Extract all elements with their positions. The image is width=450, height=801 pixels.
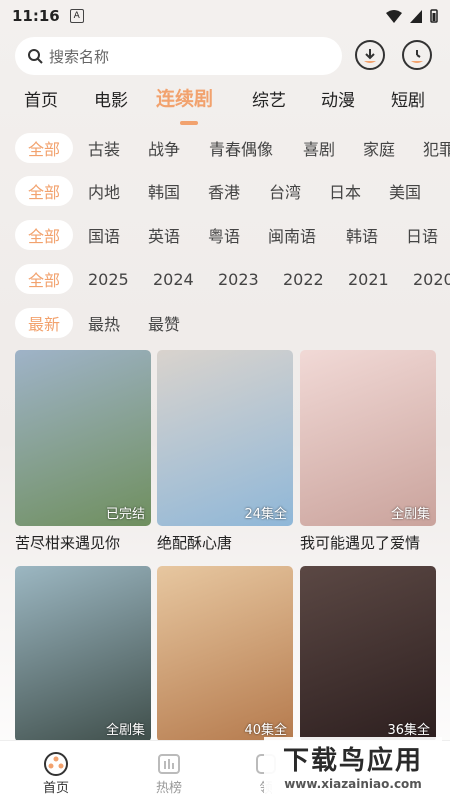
filter-language-chip[interactable]: 韩语 (333, 220, 391, 250)
status-icons (386, 9, 438, 23)
bottom-nav: 首页 热榜 领 下载鸟应用 www.xiazainiao.com (0, 737, 450, 801)
filter-type-chip[interactable]: 古装 (75, 133, 133, 163)
filter-region-chip[interactable]: 韩国 (135, 176, 193, 206)
series-card[interactable]: 全剧集 (15, 566, 151, 742)
tab-series[interactable]: 连续剧 (156, 84, 213, 111)
series-card[interactable]: 40集全 (157, 566, 293, 742)
series-title[interactable]: 苦尽柑来遇见你 (15, 532, 151, 553)
tab-anime[interactable]: 动漫 (321, 86, 355, 111)
filter-year-all[interactable]: 全部 (15, 264, 74, 294)
tab-variety[interactable]: 综艺 (252, 86, 286, 111)
search-icon (28, 49, 43, 64)
filter-region-chip[interactable]: 台湾 (256, 176, 314, 206)
episode-badge: 全剧集 (390, 507, 430, 522)
tab-underline (180, 121, 198, 125)
signal-icon (410, 9, 422, 23)
status-time: 11:16 (12, 7, 60, 25)
tab-movies[interactable]: 电影 (94, 86, 128, 111)
filter-year-chip[interactable]: 2021 (335, 264, 402, 294)
filter-type-chip[interactable]: 犯罪 (410, 133, 450, 163)
episode-badge: 24集全 (244, 507, 287, 522)
filter-row-year: 全部 2025 2024 2023 2022 2021 2020 (0, 264, 450, 296)
filter-year-chip[interactable]: 2022 (270, 264, 337, 294)
filter-region-all[interactable]: 全部 (15, 176, 74, 206)
filter-language-chip[interactable]: 英语 (135, 220, 193, 250)
series-card[interactable]: 36集全 (300, 566, 436, 742)
filter-region-chip[interactable]: 日本 (316, 176, 374, 206)
series-card[interactable]: 24集全绝配酥心唐 (157, 350, 293, 553)
filter-language-chip[interactable]: 国语 (75, 220, 133, 250)
main-tabs: 首页 电影 连续剧 综艺 动漫 短剧 (0, 86, 450, 116)
filter-year-chip[interactable]: 2025 (75, 264, 142, 294)
filter-row-language: 全部 国语 英语 粤语 闽南语 韩语 日语 (0, 220, 450, 252)
sort-top-rated[interactable]: 最赞 (135, 308, 193, 338)
sort-latest[interactable]: 最新 (15, 308, 74, 338)
episode-badge: 已完结 (105, 507, 145, 522)
search-placeholder: 搜索名称 (49, 47, 110, 66)
rankings-icon (158, 754, 180, 774)
filter-type-all[interactable]: 全部 (15, 133, 74, 163)
home-reel-icon (44, 752, 68, 776)
status-bar: 11:16 A (0, 0, 450, 32)
nav-rankings[interactable]: 热榜 (139, 751, 199, 796)
filter-row-type: 全部 古装 战争 青春偶像 喜剧 家庭 犯罪 (0, 133, 450, 165)
series-poster[interactable]: 40集全 (157, 566, 293, 742)
filter-row-region: 全部 内地 韩国 香港 台湾 日本 美国 (0, 176, 450, 208)
history-icon[interactable] (402, 40, 432, 70)
filter-region-chip[interactable]: 内地 (75, 176, 133, 206)
nav-home[interactable]: 首页 (26, 751, 86, 796)
filter-type-chip[interactable]: 家庭 (350, 133, 408, 163)
filter-year-chip[interactable]: 2024 (140, 264, 207, 294)
filter-region-chip[interactable]: 香港 (195, 176, 253, 206)
series-poster[interactable]: 36集全 (300, 566, 436, 742)
series-card[interactable]: 已完结苦尽柑来遇见你 (15, 350, 151, 553)
episode-badge: 40集全 (244, 723, 287, 738)
filter-language-chip[interactable]: 日语 (393, 220, 450, 250)
filter-region-chip[interactable]: 美国 (376, 176, 434, 206)
nav-rankings-label: 热榜 (155, 781, 182, 796)
tab-home[interactable]: 首页 (24, 86, 58, 111)
series-title[interactable]: 绝配酥心唐 (157, 532, 293, 553)
series-poster[interactable]: 24集全 (157, 350, 293, 526)
series-poster[interactable]: 全剧集 (15, 566, 151, 742)
series-card[interactable]: 全剧集我可能遇见了爱情 (300, 350, 436, 553)
watermark-url: www.xiazainiao.com (284, 776, 422, 791)
series-poster[interactable]: 已完结 (15, 350, 151, 526)
watermark-main: 下载鸟应用 (282, 745, 423, 776)
filter-type-chip[interactable]: 喜剧 (290, 133, 348, 163)
nav-home-label: 首页 (42, 781, 69, 796)
watermark-logo: 下载鸟应用 www.xiazainiao.com (264, 737, 442, 793)
filter-year-chip[interactable]: 2023 (205, 264, 272, 294)
filter-language-chip[interactable]: 闽南语 (255, 220, 329, 250)
tab-shorts[interactable]: 短剧 (391, 86, 425, 111)
wifi-icon (386, 9, 402, 23)
series-poster[interactable]: 全剧集 (300, 350, 436, 526)
filter-year-chip[interactable]: 2020 (400, 264, 450, 294)
search-input[interactable]: 搜索名称 (15, 37, 342, 75)
episode-badge: 全剧集 (105, 723, 145, 738)
series-title[interactable]: 我可能遇见了爱情 (300, 532, 436, 553)
filter-type-chip[interactable]: 青春偶像 (196, 133, 286, 163)
battery-icon (430, 9, 438, 23)
filter-language-all[interactable]: 全部 (15, 220, 74, 250)
filter-type-chip[interactable]: 战争 (135, 133, 193, 163)
download-icon[interactable] (355, 40, 385, 70)
notification-icon: A (69, 9, 84, 23)
filter-language-chip[interactable]: 粤语 (195, 220, 253, 250)
filter-row-sort: 最新 最热 最赞 (0, 308, 450, 340)
sort-hottest[interactable]: 最热 (75, 308, 133, 338)
episode-badge: 36集全 (387, 723, 430, 738)
